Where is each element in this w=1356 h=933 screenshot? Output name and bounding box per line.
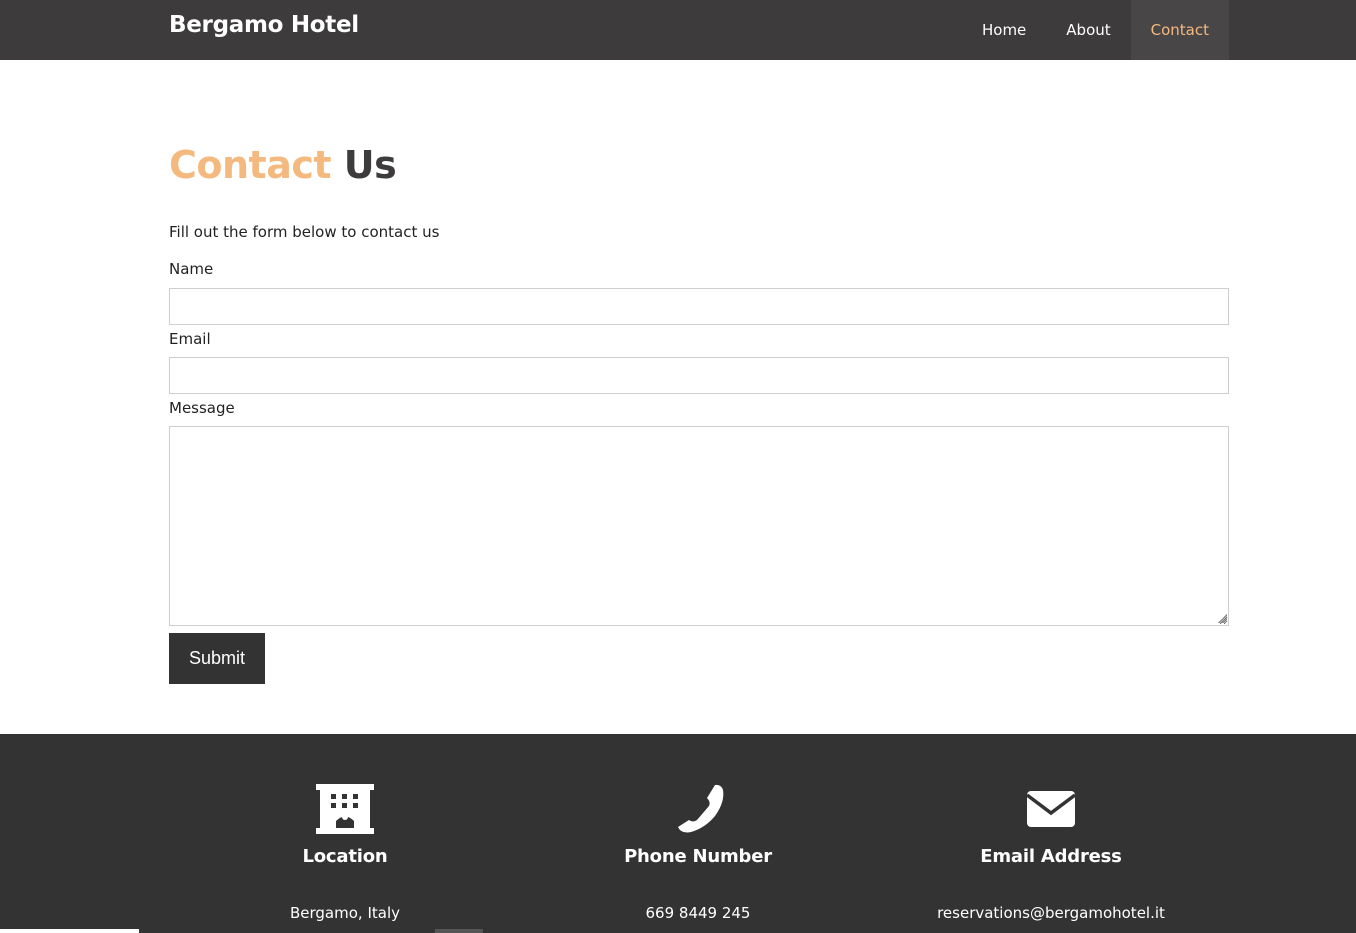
nav-item-about[interactable]: About (1046, 0, 1130, 60)
phone-icon (678, 784, 724, 833)
window-edge-strip (0, 929, 139, 933)
navbar: Bergamo Hotel Home About Contact (0, 0, 1356, 60)
message-label: Message (169, 399, 235, 417)
email-label: Email (169, 330, 211, 348)
location-value: Bergamo, Italy (289, 904, 400, 922)
message-textarea[interactable] (169, 426, 1229, 626)
email-title: Email Address (980, 846, 1122, 867)
envelope-icon (1025, 791, 1077, 827)
location-title: Location (302, 846, 388, 867)
brand-logo[interactable]: Bergamo Hotel (169, 12, 359, 38)
page-title: Contact Us (169, 143, 397, 187)
main-nav: Home About Contact (962, 0, 1229, 60)
email-value[interactable]: reservations@bergamohotel.it (901, 904, 1201, 922)
submit-button[interactable]: Submit (169, 633, 265, 684)
name-input[interactable] (169, 288, 1229, 325)
phone-title: Phone Number (624, 846, 772, 867)
building-icon (316, 784, 374, 834)
page-title-rest: Us (343, 143, 397, 187)
nav-item-home[interactable]: Home (962, 0, 1046, 60)
page-title-accent: Contact (169, 143, 332, 187)
phone-value: 669 8449 245 (645, 904, 751, 922)
footer: Location Bergamo, Italy Phone Number 669… (0, 734, 1356, 933)
scroll-indicator (435, 929, 483, 933)
email-input[interactable] (169, 357, 1229, 394)
name-label: Name (169, 260, 214, 278)
form-intro: Fill out the form below to contact us (169, 223, 440, 241)
nav-item-contact[interactable]: Contact (1130, 0, 1229, 60)
